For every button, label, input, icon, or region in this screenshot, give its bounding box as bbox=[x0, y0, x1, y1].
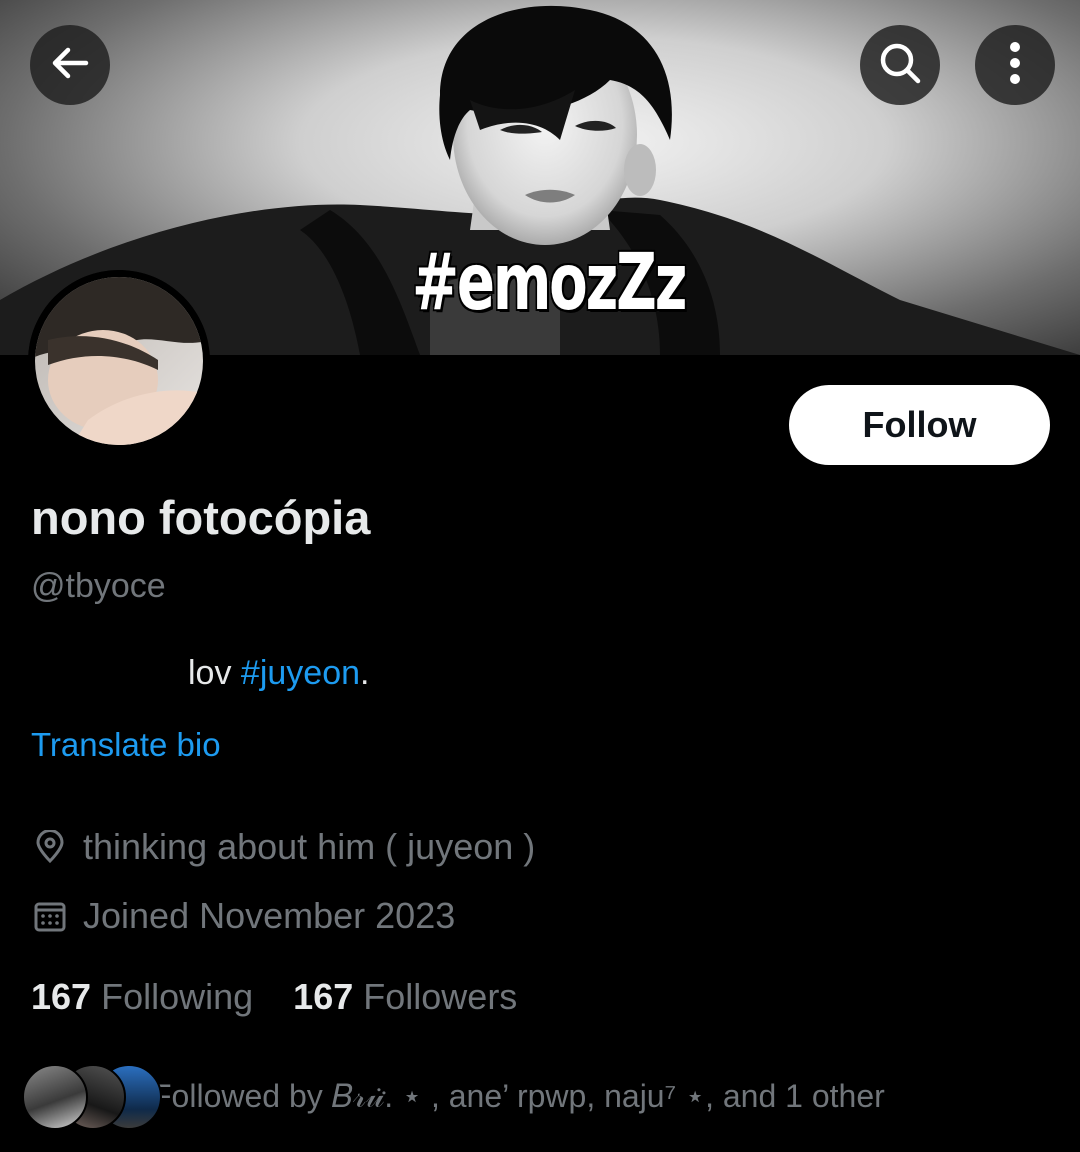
bio-text: lov bbox=[188, 654, 241, 692]
calendar-icon bbox=[31, 897, 69, 935]
search-icon bbox=[877, 40, 923, 91]
user-handle: @tbyoce bbox=[31, 567, 166, 605]
mutual-avatar bbox=[22, 1064, 88, 1130]
followers-label: Followers bbox=[363, 976, 518, 1017]
bio-suffix: . bbox=[360, 654, 370, 692]
joined-row: Joined November 2023 bbox=[31, 895, 455, 937]
profile-avatar[interactable] bbox=[28, 270, 210, 452]
joined-text: Joined November 2023 bbox=[83, 895, 456, 936]
location-row: thinking about him ( juyeon ) bbox=[31, 826, 535, 868]
followers-link[interactable]: 167 Followers bbox=[293, 976, 517, 1018]
follow-button[interactable]: Follow bbox=[789, 385, 1050, 465]
bio-hashtag-link[interactable]: #juyeon bbox=[241, 654, 360, 692]
more-options-button[interactable] bbox=[975, 25, 1055, 105]
back-button[interactable] bbox=[30, 25, 110, 105]
banner-hashtag-text: #emozZz bbox=[412, 238, 687, 328]
following-link[interactable]: 167 Following bbox=[31, 976, 253, 1018]
followed-by-text: Followed by 𝐵𝓇𝓊̇͘. ⋆ , ane’ rpwp, naju⁷ … bbox=[152, 1077, 885, 1114]
more-vertical-icon bbox=[1008, 40, 1022, 91]
arrow-left-icon bbox=[48, 41, 92, 90]
search-button[interactable] bbox=[860, 25, 940, 105]
followed-by-row[interactable]: Followed by 𝐵𝓇𝓊̇͘. ⋆ , ane’ rpwp, naju⁷ … bbox=[22, 1064, 885, 1130]
follow-stats: 167 Following 167 Followers bbox=[31, 976, 557, 1018]
translate-bio-link[interactable]: Translate bio bbox=[31, 726, 221, 764]
avatar-photo bbox=[28, 270, 210, 452]
following-count: 167 bbox=[31, 976, 92, 1017]
display-name: nono fotocópia bbox=[31, 491, 371, 544]
profile-bio: lov #juyeon. bbox=[188, 654, 369, 693]
following-label: Following bbox=[101, 976, 254, 1017]
followers-count: 167 bbox=[293, 976, 354, 1017]
location-pin-icon bbox=[31, 828, 69, 866]
location-text: thinking about him ( juyeon ) bbox=[83, 826, 536, 867]
mutual-avatars bbox=[22, 1064, 162, 1130]
